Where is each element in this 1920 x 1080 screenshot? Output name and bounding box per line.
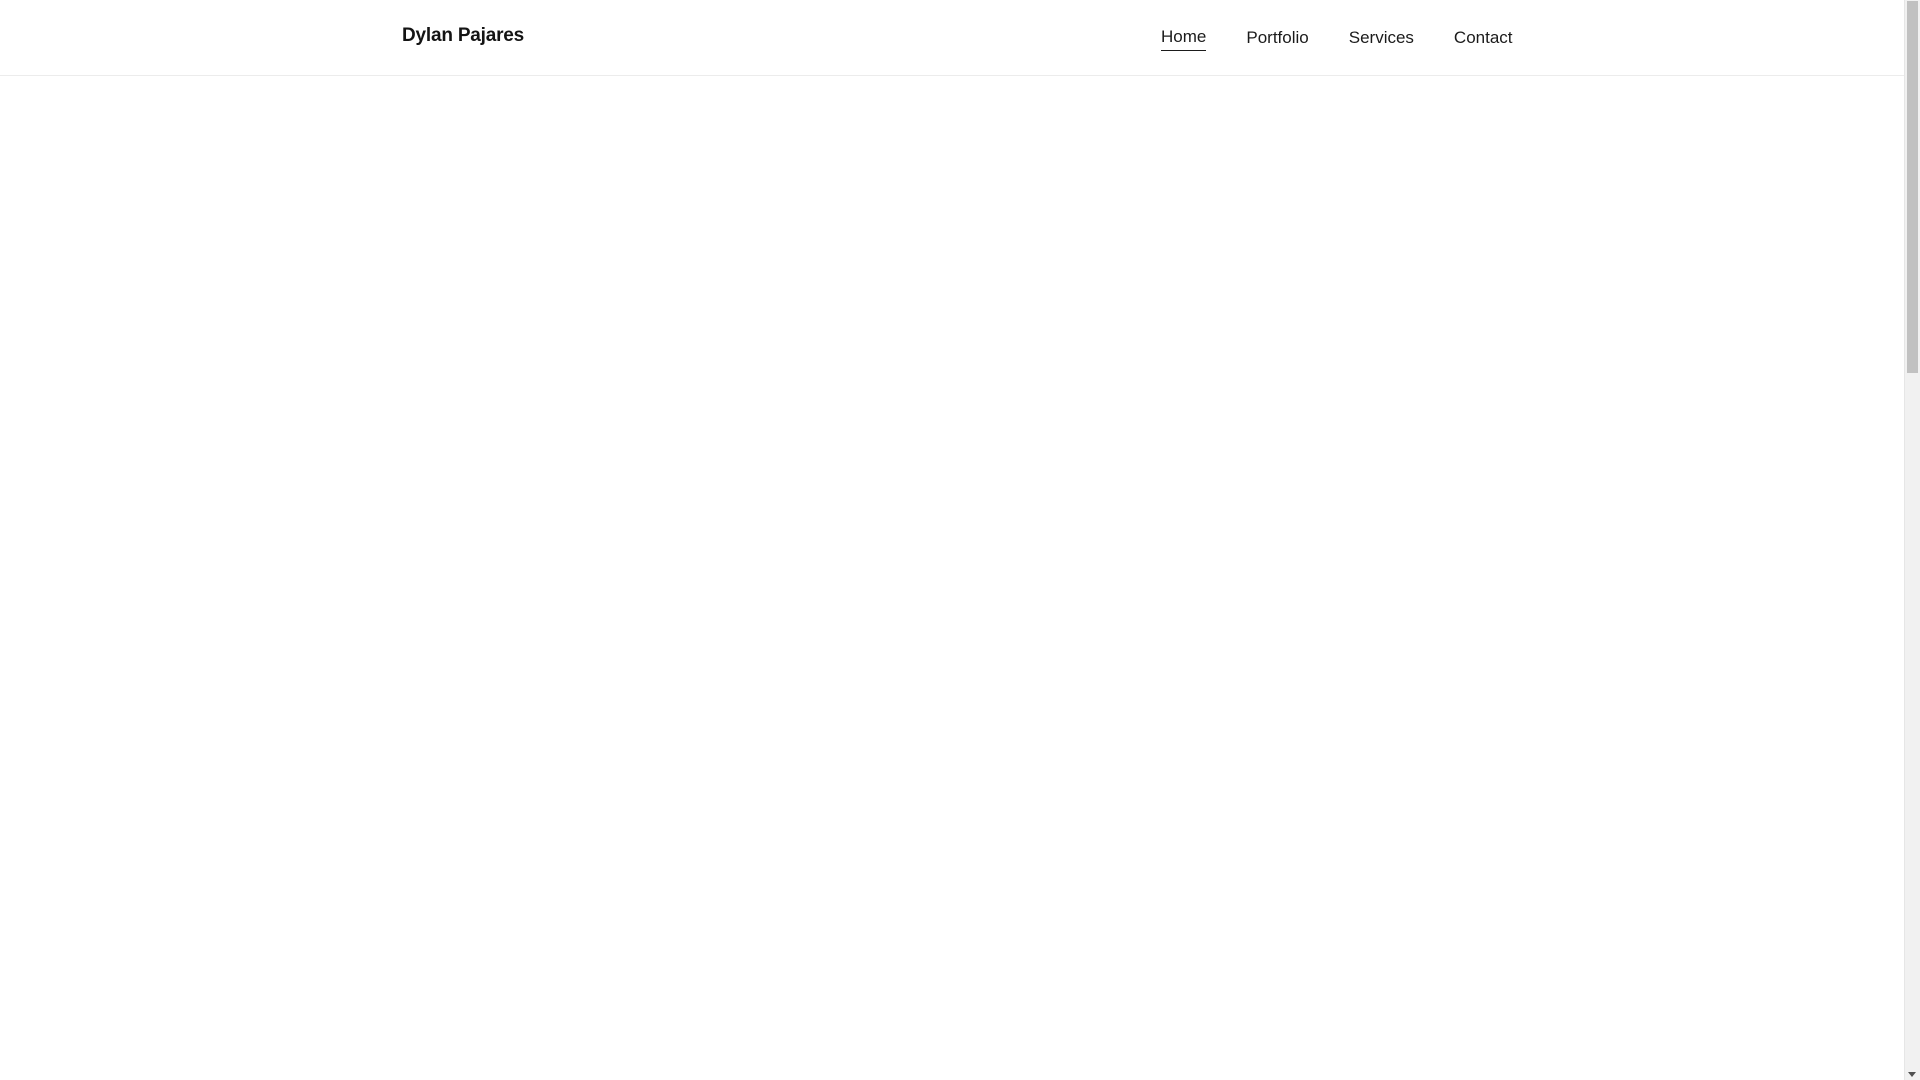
chevron-down-icon[interactable] <box>1908 1072 1916 1077</box>
main-nav: Home Portfolio Services Contact <box>1161 26 1513 51</box>
nav-link-services[interactable]: Services <box>1349 27 1414 51</box>
nav-link-portfolio[interactable]: Portfolio <box>1246 27 1308 51</box>
main-content <box>0 76 1905 1080</box>
vertical-scrollbar[interactable] <box>1904 0 1920 1080</box>
scroll-thumb[interactable] <box>1907 1 1918 373</box>
nav-link-home[interactable]: Home <box>1161 26 1207 51</box>
page: Dylan Pajares Home Portfolio Services Co… <box>0 0 1905 1080</box>
site-header: Dylan Pajares Home Portfolio Services Co… <box>0 0 1905 76</box>
brand-link[interactable]: Dylan Pajares <box>402 25 524 47</box>
nav-link-contact[interactable]: Contact <box>1454 27 1513 51</box>
